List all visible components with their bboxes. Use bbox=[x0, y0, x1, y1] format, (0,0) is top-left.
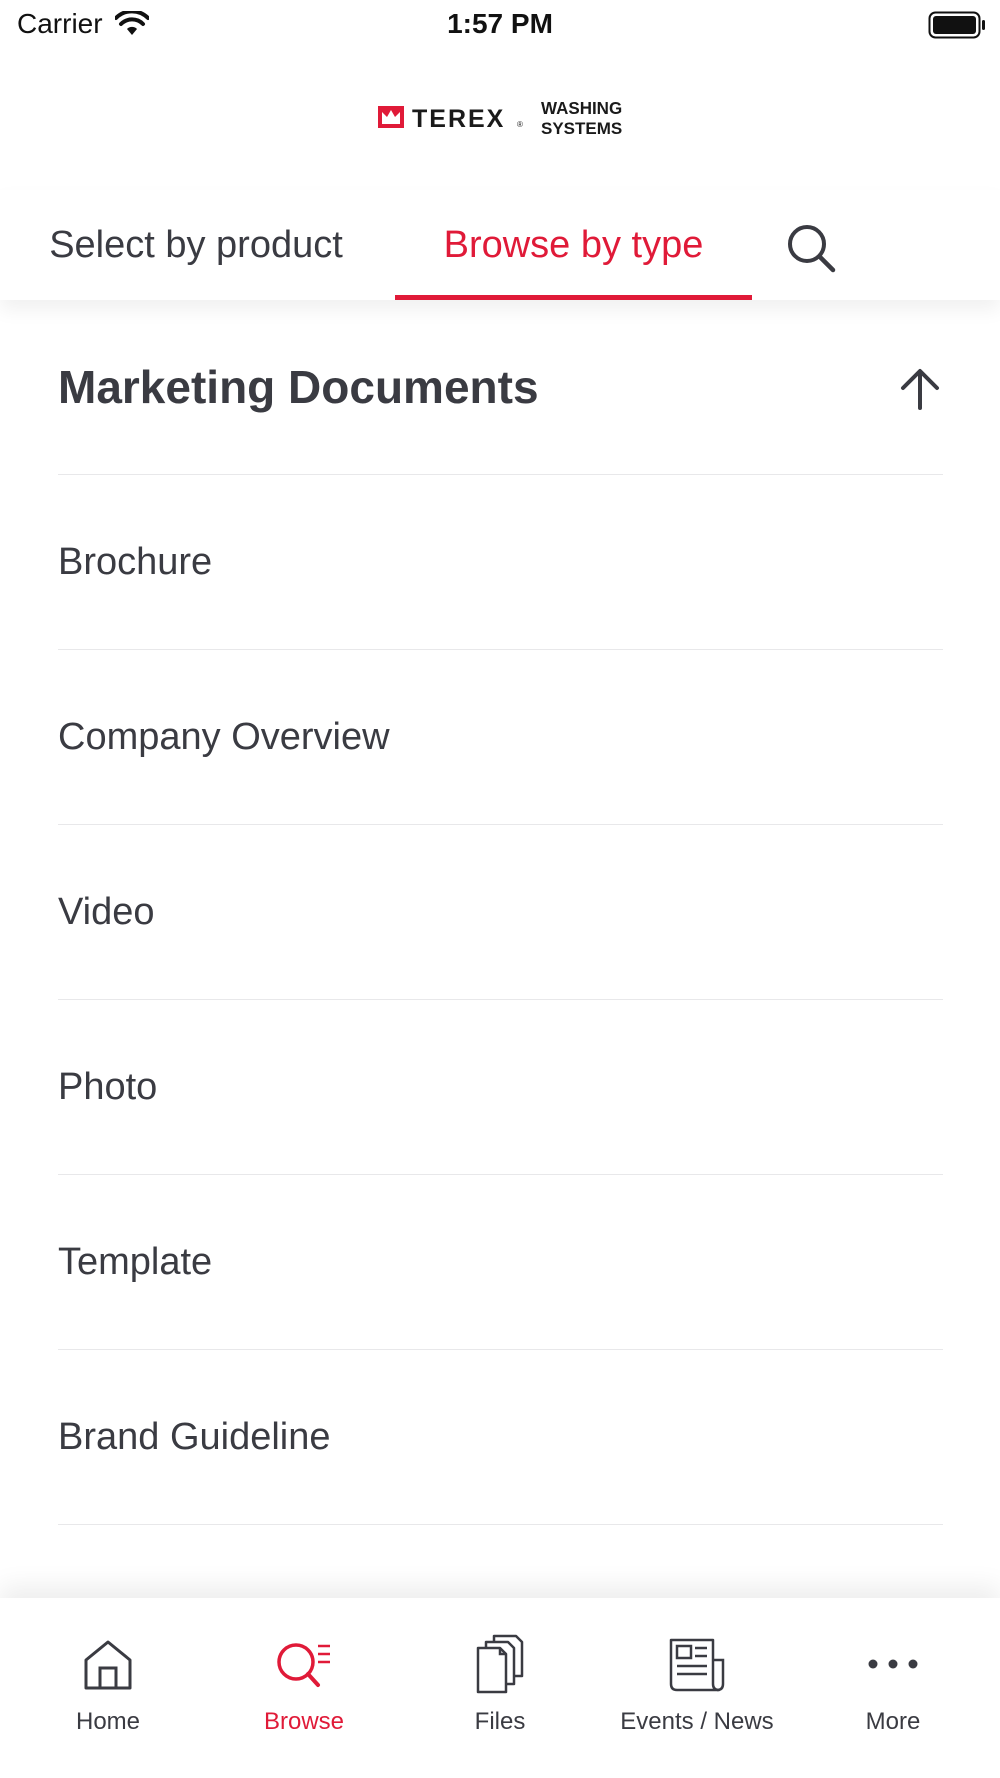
list-item-advert[interactable]: Advert bbox=[58, 1525, 943, 1600]
tab-browse-by-type[interactable]: Browse by type bbox=[395, 190, 752, 300]
list-item-photo[interactable]: Photo bbox=[58, 1000, 943, 1175]
more-icon bbox=[868, 1659, 918, 1669]
brand-logo: TEREX ® WASHING SYSTEMS bbox=[378, 96, 628, 140]
section-header[interactable]: Marketing Documents bbox=[58, 300, 943, 475]
tabbar-browse-label: Browse bbox=[263, 1708, 345, 1735]
tabbar-files[interactable]: Files bbox=[400, 1598, 600, 1748]
battery-icon bbox=[928, 11, 985, 39]
svg-text:SYSTEMS: SYSTEMS bbox=[541, 119, 622, 138]
browse-tabs: Select by product Browse by type bbox=[0, 190, 1000, 300]
search-icon[interactable] bbox=[783, 220, 839, 276]
status-bar: Carrier 1:57 PM bbox=[0, 0, 1000, 52]
tabbar-events-news-label: Events / News bbox=[620, 1708, 774, 1735]
list-item-brochure[interactable]: Brochure bbox=[58, 475, 943, 650]
news-icon bbox=[669, 1638, 725, 1692]
list-item-video[interactable]: Video bbox=[58, 825, 943, 1000]
browse-icon bbox=[277, 1643, 330, 1687]
bottom-tab-bar: Home Browse Files Events / News More bbox=[0, 1598, 1000, 1778]
files-icon bbox=[476, 1634, 524, 1694]
home-icon bbox=[84, 1640, 132, 1690]
svg-text:WASHING: WASHING bbox=[541, 97, 622, 117]
tab-select-by-product[interactable]: Select by product bbox=[26, 190, 366, 300]
list-item-company-overview[interactable]: Company Overview bbox=[58, 650, 943, 825]
status-time: 1:57 PM bbox=[447, 8, 553, 39]
tabbar-browse[interactable]: Browse bbox=[204, 1598, 404, 1748]
svg-text:®: ® bbox=[517, 120, 523, 129]
tabbar-home-label: Home bbox=[75, 1708, 141, 1735]
svg-text:TEREX: TEREX bbox=[412, 105, 505, 133]
list-item-template[interactable]: Template bbox=[58, 1175, 943, 1350]
tabbar-home[interactable]: Home bbox=[8, 1598, 208, 1748]
section-title: Marketing Documents bbox=[58, 361, 539, 413]
collapse-arrow-icon[interactable] bbox=[897, 366, 943, 412]
tabbar-more-label: More bbox=[865, 1708, 921, 1735]
tabbar-more[interactable]: More bbox=[793, 1598, 993, 1748]
tabbar-files-label: Files bbox=[474, 1708, 526, 1735]
list-item-brand-guideline[interactable]: Brand Guideline bbox=[58, 1350, 943, 1525]
tabbar-events-news[interactable]: Events / News bbox=[597, 1598, 797, 1748]
document-type-list: Marketing Documents Brochure Company Ove… bbox=[58, 300, 943, 1600]
